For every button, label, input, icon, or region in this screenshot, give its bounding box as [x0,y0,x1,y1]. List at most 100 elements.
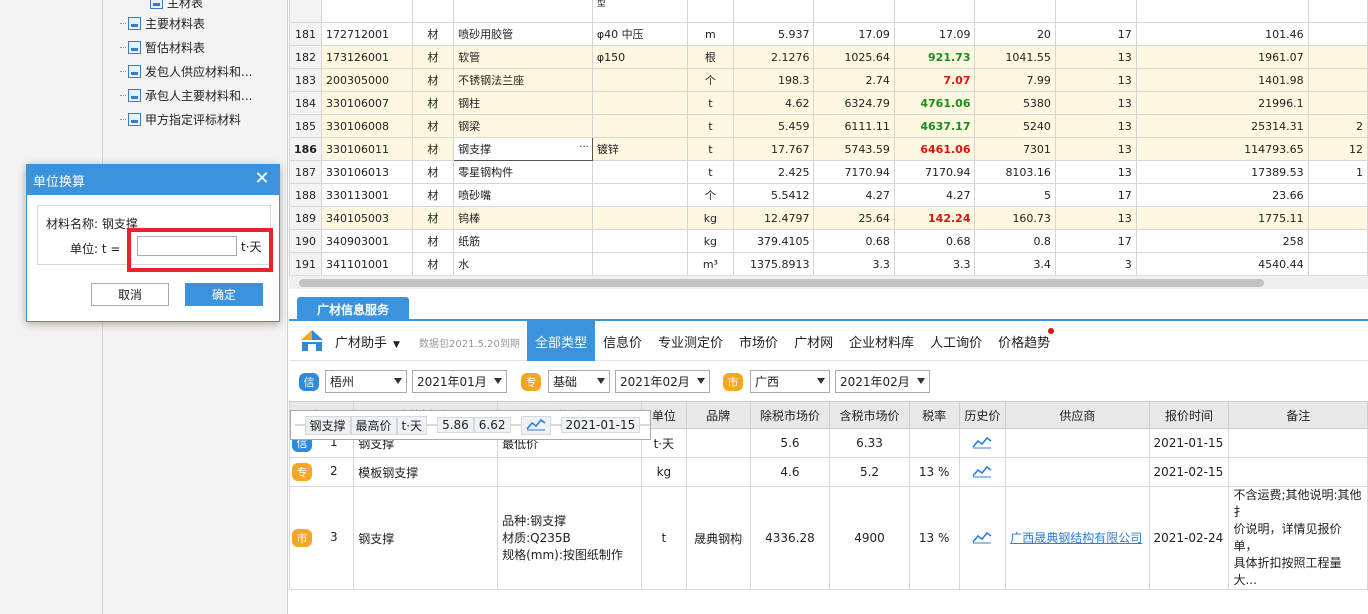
tree-item-employer-supplied[interactable]: 发包人供应材料和... [120,60,252,82]
cell-material-unit[interactable]: kg [687,206,734,230]
cell-quantity[interactable]: 5.5412 [732,183,815,207]
cell-price-pre-tax[interactable]: 1025.64 [813,45,895,69]
cell-material-code[interactable]: 340903001 [320,229,413,253]
cell-total-amount[interactable]: 23.66 [1135,183,1309,207]
cell-price-tax-inclusive[interactable]: 7.99 [974,68,1056,92]
tree-item-designated-bid[interactable]: 甲方指定评标材料 [120,108,241,130]
cell-material-code[interactable]: 340105003 [320,206,413,230]
cell-total-amount[interactable]: 258 [1135,229,1309,253]
cell-material-name[interactable]: 不锈钢法兰座 [453,68,593,92]
result-tax-rate[interactable]: 13 % [908,457,960,487]
trend-chart-icon[interactable] [972,464,992,478]
result-price-inc-tax[interactable]: 4900 [829,486,910,590]
history-price-cell[interactable] [958,457,1007,487]
cell-row-number[interactable]: 181 [289,22,322,46]
cell-material-type[interactable]: 材 [411,22,455,46]
cell-total-amount[interactable]: 1961.07 [1135,45,1309,69]
result-brand[interactable] [427,424,438,426]
cancel-button[interactable]: 取消 [91,283,169,306]
cell-material-spec[interactable]: φ150 [591,45,689,69]
result-row[interactable]: 专 2 模板钢支撑 kg 4.6 5.2 13 % 2021-02-15 [289,457,1368,487]
cell-tax-rate[interactable]: 13 [1054,91,1137,115]
cell-price-market[interactable]: 0.68 [893,229,976,253]
cell-row-number[interactable]: 191 [289,252,322,275]
cell-material-unit[interactable]: 个 [687,68,734,92]
cell-tax-rate[interactable]: 13 [1054,137,1137,161]
cell-quantity[interactable]: 5.937 [732,22,815,46]
trend-chart-icon[interactable] [972,435,992,449]
cell-extra-col[interactable] [1307,206,1368,230]
grid-row[interactable]: 189 340105003 材钨棒 kg 12.4797 25.64 142.24 160.7… [289,206,1368,230]
cell-extra-col[interactable] [1307,183,1368,207]
cell-material-name[interactable]: 软管 [453,45,593,69]
cell-price-tax-inclusive[interactable]: 20 [974,22,1056,46]
filter-tab-4[interactable]: 广材网 [786,321,841,361]
cell-price-pre-tax[interactable]: 6324.79 [813,91,895,115]
cell-price-tax-inclusive[interactable]: 5240 [974,114,1056,138]
column-header[interactable]: 除税市场价 [749,401,831,429]
filter-tab-5[interactable]: 企业材料库 [841,321,922,361]
cell-quantity[interactable]: 1375.8913 [732,252,815,275]
cell-quantity[interactable]: 379.4105 [732,229,815,253]
result-tax-rate[interactable]: 13 % [908,486,960,590]
result-material-name[interactable]: 模板钢支撑 [353,457,499,487]
cell-price-market[interactable]: 7.07 [893,68,976,92]
trend-chart-icon[interactable] [525,417,546,431]
cell-material-unit[interactable]: 个 [687,183,734,207]
cell-total-amount[interactable]: 4540.44 [1135,252,1309,275]
month-select-2[interactable]: 2021年02月 [615,370,710,393]
ok-button[interactable]: 确定 [185,283,263,306]
cell-extra-col[interactable] [1307,91,1368,115]
supplier-link[interactable]: 广西晟典钢结构有限公司 [1010,531,1142,545]
column-header[interactable]: 备注 [1228,401,1368,429]
cell-quantity[interactable]: 17.767 [732,137,815,161]
cell-quantity[interactable]: 5.459 [732,114,815,138]
cell-price-pre-tax[interactable]: 7170.94 [813,160,895,184]
cell-tax-rate[interactable]: 13 [1054,68,1137,92]
cell-material-code[interactable]: 172712001 [320,22,413,46]
cell-material-unit[interactable]: m [687,22,734,46]
cell-tax-rate[interactable]: 17 [1054,229,1137,253]
cell-row-number[interactable]: 186 [289,137,322,161]
result-price-ex-tax[interactable]: 4.6 [749,457,831,487]
cell-material-type[interactable]: 材 [411,114,455,138]
column-header[interactable]: 历史价 [958,401,1007,429]
cell-material-type[interactable]: 材 [411,183,455,207]
cell-price-pre-tax[interactable]: 4.27 [813,183,895,207]
cell-material-unit[interactable]: t [687,114,734,138]
cell-material-unit[interactable]: t [687,160,734,184]
cell-material-unit[interactable]: 根 [687,45,734,69]
tree-item-main-material-table[interactable]: 主要材料表 [120,12,205,34]
cell-price-tax-inclusive[interactable]: 3.4 [974,252,1056,275]
scrollbar-thumb[interactable] [299,279,1264,287]
cell-material-spec[interactable] [591,229,689,253]
grid-row[interactable]: 190 340903001 材纸筋 kg 379.4105 0.68 0.68 0.8 17 25… [289,229,1368,253]
cell-total-amount[interactable]: 25314.31 [1135,114,1309,138]
cell-material-code[interactable]: 330113001 [320,183,413,207]
cell-material-name[interactable]: 钢柱 [453,91,593,115]
cell-extra-col[interactable] [1307,252,1368,275]
cell-price-market[interactable]: 4637.17 [893,114,976,138]
filter-tab-1[interactable]: 信息价 [595,321,650,361]
cell-material-unit[interactable]: kg [687,229,734,253]
cell-price-market[interactable]: 17.09 [893,22,976,46]
cell-material-type[interactable]: 材 [411,91,455,115]
cell-price-market[interactable]: 142.24 [893,206,976,230]
column-header[interactable]: 品牌 [685,401,751,429]
cell-row-number[interactable]: 189 [289,206,322,230]
cell-material-type[interactable]: 材 [411,68,455,92]
grid-row[interactable]: 181 172712001 材喷砂用胶管 φ40 中压 m 5.937 17.09 17.09… [289,22,1368,46]
result-brand[interactable]: 晟典钢构 [685,486,751,590]
result-brand[interactable] [685,457,751,487]
cell-price-pre-tax[interactable]: 6111.11 [813,114,895,138]
result-spec[interactable] [497,457,642,487]
cell-tax-rate[interactable]: 13 [1054,160,1137,184]
cell-price-market[interactable]: 3.3 [893,252,976,275]
cell-material-code[interactable]: 330106007 [320,91,413,115]
filter-tab-7[interactable]: 价格趋势 [990,321,1058,361]
cell-price-market[interactable]: 921.73 [893,45,976,69]
cell-material-unit[interactable]: t [687,137,734,161]
result-price-inc-tax[interactable]: 5.2 [829,457,910,487]
cell-material-code[interactable]: 173126001 [320,45,413,69]
close-icon[interactable]: ✕ [253,170,271,188]
